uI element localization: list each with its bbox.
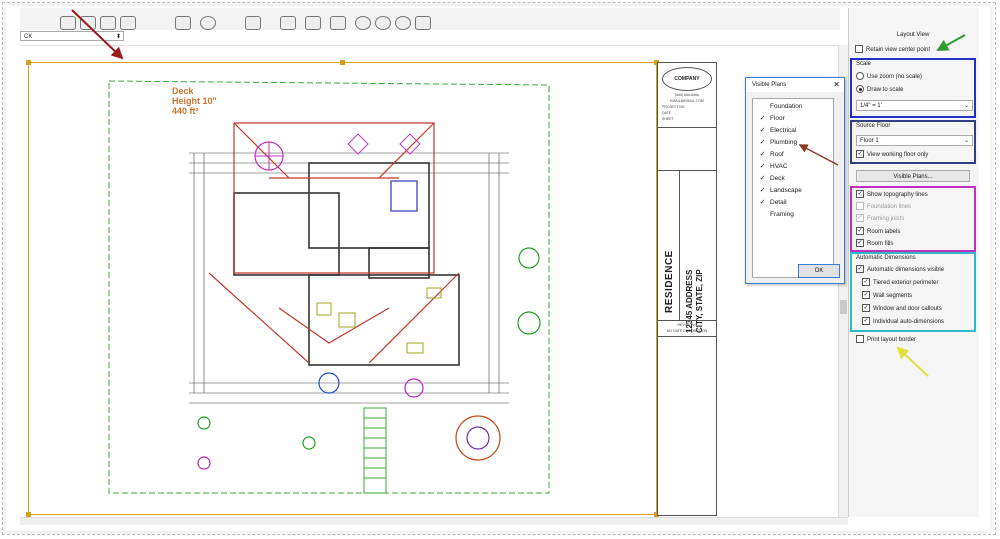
- plan-item-landscape[interactable]: ✓ Landscape: [759, 185, 802, 196]
- checkbox[interactable]: [855, 45, 863, 54]
- source-floor-highlight-box: [850, 120, 976, 164]
- dialog-title-text: Visible Plans: [752, 82, 787, 88]
- plan-label: Framing: [770, 211, 794, 218]
- plan-label: Foundation: [770, 103, 803, 110]
- tool-icon[interactable]: [245, 16, 261, 30]
- plan-label: Roof: [770, 151, 784, 158]
- tb-text: NO DATE DESCRIPTION: [666, 329, 708, 333]
- visible-plans-button[interactable]: Visible Plans...: [856, 170, 970, 182]
- tb-text: DATE: [662, 111, 672, 115]
- tool-icon[interactable]: [120, 16, 136, 30]
- auto-dimensions-highlight-box: [850, 252, 976, 332]
- plan-item-plumbing[interactable]: ✓ Plumbing: [759, 137, 798, 148]
- check-icon[interactable]: ✓: [759, 127, 766, 134]
- topography-highlight-box: [850, 186, 976, 252]
- plan-item-hvac[interactable]: ✓ HVAC: [759, 161, 788, 172]
- resize-handle[interactable]: [26, 512, 31, 517]
- tool-icon[interactable]: [355, 16, 371, 30]
- plan-label: HVAC: [770, 163, 788, 170]
- plan-label: Deck: [770, 175, 785, 182]
- plan-label: Landscape: [770, 187, 802, 194]
- divider: [679, 170, 680, 320]
- plan-label: Detail: [770, 199, 787, 206]
- panel-heading: Layout View: [896, 32, 930, 38]
- divider: [658, 170, 716, 171]
- layer-combo-value: CK: [24, 34, 33, 40]
- tool-icon[interactable]: [415, 16, 431, 30]
- check-icon[interactable]: ✓: [759, 199, 766, 206]
- plan-item-foundation[interactable]: Foundation: [759, 101, 803, 112]
- check-icon[interactable]: ✓: [759, 187, 766, 194]
- check-icon[interactable]: ✓: [759, 115, 766, 122]
- deck-label-line: Deck: [172, 86, 194, 96]
- floor-plan-drawing: [108, 80, 550, 494]
- plan-item-deck[interactable]: ✓ Deck: [759, 173, 785, 184]
- scroll-thumb[interactable]: [840, 300, 847, 314]
- deck-label-line: Height 10": [172, 96, 217, 106]
- checkbox[interactable]: [856, 335, 864, 344]
- checkbox[interactable]: [759, 211, 766, 218]
- deck-label: Deck Height 10" 440 ft²: [172, 86, 217, 116]
- tb-text: REVISIONS: [677, 323, 697, 327]
- plans-list: Foundation ✓ Floor ✓ Electrical ✓ Plumbing …: [752, 98, 834, 278]
- tool-icon[interactable]: [330, 16, 346, 30]
- close-icon[interactable]: ✕: [833, 78, 840, 92]
- tool-icon[interactable]: [375, 16, 391, 30]
- residence-title: RESIDENCE: [664, 250, 675, 313]
- spin-icon: ⬍: [115, 34, 121, 40]
- address: 12345 ADDRESS CITY, STATE, ZIP: [685, 193, 709, 333]
- divider: [658, 127, 716, 128]
- check-icon[interactable]: ✓: [759, 163, 766, 170]
- divider: [658, 336, 716, 337]
- checkbox[interactable]: [759, 103, 766, 110]
- layout-sheet-border[interactable]: [26, 60, 659, 517]
- plan-item-electrical[interactable]: ✓ Electrical: [759, 125, 797, 136]
- check-icon[interactable]: ✓: [759, 175, 766, 182]
- company-logo: COMPANY: [662, 67, 712, 91]
- tool-icon[interactable]: [100, 16, 116, 30]
- check-icon[interactable]: ✓: [759, 151, 766, 158]
- visible-plans-dialog: Visible Plans ✕ Foundation ✓ Floor ✓ Electr…: [745, 77, 845, 284]
- option-label: Retain view center point: [866, 47, 931, 53]
- tb-text: (###) ###-####: [675, 93, 699, 97]
- tool-icon[interactable]: [60, 16, 76, 30]
- tb-text: EMAIL@EMAIL.COM: [670, 99, 704, 103]
- scale-highlight-box: [850, 58, 976, 118]
- tool-icon[interactable]: [200, 16, 216, 30]
- plan-label: Plumbing: [770, 139, 798, 146]
- plan-label: Electrical: [770, 127, 797, 134]
- tb-text: PROJECT NO.: [662, 105, 686, 109]
- plan-item-roof[interactable]: ✓ Roof: [759, 149, 784, 160]
- tool-icon[interactable]: [175, 16, 191, 30]
- tb-text: SHEET: [662, 117, 674, 121]
- resize-handle[interactable]: [340, 60, 345, 65]
- tool-icon[interactable]: [395, 16, 411, 30]
- title-block: COMPANY (###) ###-#### EMAIL@EMAIL.COM P…: [657, 62, 717, 516]
- plan-item-framing[interactable]: Framing: [759, 209, 794, 220]
- retain-center-option[interactable]: Retain view center point: [855, 45, 930, 55]
- resize-handle[interactable]: [26, 60, 31, 65]
- toolbar: [20, 8, 840, 30]
- horizontal-scrollbar[interactable]: [20, 517, 848, 525]
- plan-item-detail[interactable]: ✓ Detail: [759, 197, 787, 208]
- tool-icon[interactable]: [305, 16, 321, 30]
- check-icon[interactable]: ✓: [759, 139, 766, 146]
- plan-label: Floor: [770, 115, 785, 122]
- tool-icon[interactable]: [80, 16, 96, 30]
- tool-icon[interactable]: [280, 16, 296, 30]
- print-layout-border-option[interactable]: Print layout border: [856, 335, 916, 345]
- dialog-title: Visible Plans ✕: [746, 78, 844, 92]
- plan-item-floor[interactable]: ✓ Floor: [759, 113, 785, 124]
- ok-button[interactable]: OK: [798, 264, 840, 278]
- option-label: Print layout border: [867, 337, 917, 343]
- deck-label-line: 440 ft²: [172, 106, 199, 116]
- layer-combo[interactable]: CK ⬍: [20, 31, 124, 41]
- divider: [658, 320, 716, 321]
